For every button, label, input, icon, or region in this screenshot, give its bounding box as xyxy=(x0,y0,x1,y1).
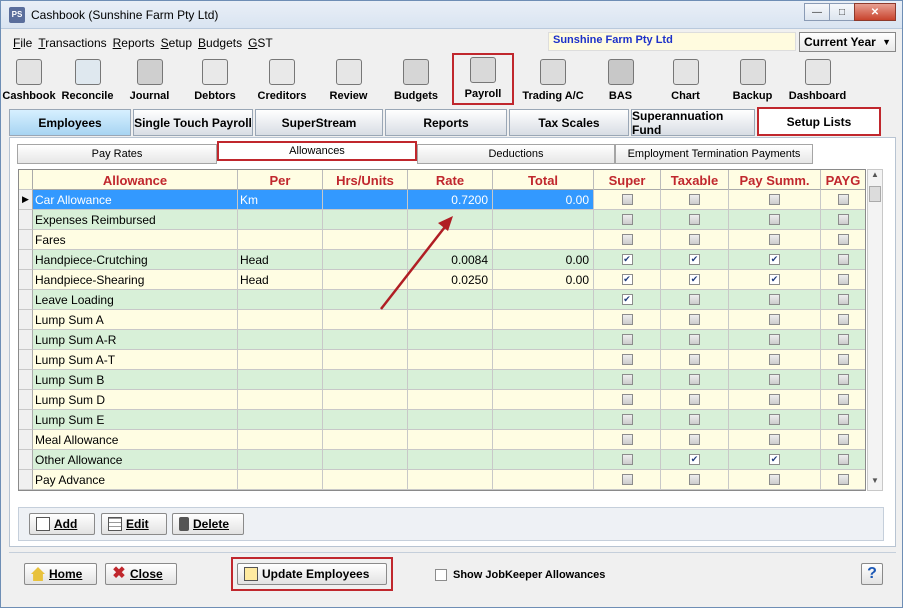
help-icon: ? xyxy=(867,565,877,582)
jobkeeper-checkbox[interactable] xyxy=(435,569,447,581)
edit-icon xyxy=(108,517,122,531)
delete-label: Delete xyxy=(193,517,230,531)
close-icon: ✖ xyxy=(112,565,126,582)
add-label: Add xyxy=(54,517,78,531)
update-employees-button[interactable]: Update Employees xyxy=(237,563,387,585)
home-icon xyxy=(31,567,45,581)
home-button[interactable]: Home xyxy=(24,563,97,585)
add-button[interactable]: Add xyxy=(29,513,95,535)
close-label: Close xyxy=(130,567,163,581)
help-button[interactable]: ? xyxy=(861,563,883,585)
update-employees-label: Update Employees xyxy=(262,567,370,581)
home-label: Home xyxy=(49,567,83,581)
grid-actions-bar: Add Edit Delete xyxy=(18,507,884,541)
edit-button[interactable]: Edit xyxy=(101,513,167,535)
close-button[interactable]: ✖ Close xyxy=(105,563,177,585)
update-icon xyxy=(244,567,258,581)
cashbook-window: PS Cashbook (Sunshine Farm Pty Ltd) — □ … xyxy=(0,0,903,608)
delete-button[interactable]: Delete xyxy=(172,513,244,535)
new-document-icon xyxy=(36,517,50,531)
jobkeeper-label: Show JobKeeper Allowances xyxy=(453,569,606,581)
edit-label: Edit xyxy=(126,517,149,531)
trash-icon xyxy=(179,517,189,531)
